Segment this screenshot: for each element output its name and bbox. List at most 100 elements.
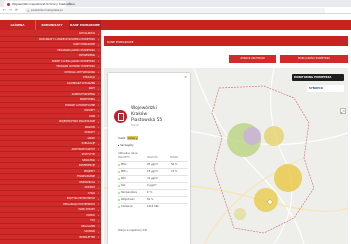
nav-glowna[interactable]: GŁÓWNA — [0, 20, 35, 30]
tab-title: Wojewódzki Inspektorat Ochrony Środowisk… — [12, 2, 75, 7]
sidebar-item-label: ZANIECZYSZCZENIA — [71, 92, 95, 96]
sidebar-item-label: MAPA STRONY — [78, 208, 95, 212]
chevron-right-icon: › — [97, 141, 99, 146]
chevron-right-icon: › — [97, 37, 99, 42]
sidebar-item-label: KRAKÓW — [84, 125, 95, 129]
chevron-right-icon: › — [97, 81, 99, 86]
sidebar-item-label: PROGNOZA JAKOŚCI POWIETRZA — [57, 48, 95, 52]
air-quality-map-button[interactable]: MAPA JAKOŚCI POWIETRZA — [280, 55, 348, 63]
sidebar-item-label: RAPORTY — [84, 109, 95, 113]
table-header-value: WARTOŚĆ — [147, 156, 158, 159]
chevron-right-icon: › — [97, 229, 99, 234]
table-cell-value: 81 % — [147, 198, 154, 202]
chevron-right-icon: › — [97, 92, 99, 97]
details-link[interactable]: ▸ Szczegóły — [118, 143, 134, 147]
chevron-right-icon: › — [97, 235, 99, 240]
sidebar-item-label: PUBLIKACJE — [81, 142, 95, 146]
table-cell-param: NO₂ — [121, 177, 126, 181]
expand-icon[interactable]: ⤢ — [340, 108, 346, 114]
table-cell-value: 1014 hPa — [147, 205, 159, 209]
table-cell-value: 25 µg/m³ — [147, 163, 159, 167]
chevron-right-icon: › — [97, 114, 99, 119]
sidebar-item-label: WSPÓŁPRACA — [79, 180, 95, 184]
close-icon[interactable]: × — [184, 75, 187, 79]
nav-dane-pomiarowe[interactable]: DANE POMIAROWE — [69, 20, 101, 30]
chevron-right-icon: › — [97, 103, 99, 108]
sidebar-item-label: KONFERENCJE — [78, 164, 95, 168]
footer-note: Stacja w rejestracji 24h — [118, 229, 148, 232]
status-dot-icon — [118, 171, 120, 173]
sidebar: AKTUALNOŚCI › KOMUNIKATY O ZANIECZYSZCZENI… — [0, 30, 101, 244]
browser-tab-bar: Wojewódzki Inspektorat Ochrony Środowisk… — [0, 0, 351, 7]
chevron-right-icon: › — [97, 207, 99, 212]
chevron-right-icon: › — [97, 70, 99, 75]
table-cell-pct: 50 % — [171, 163, 178, 167]
sidebar-item-label: PROJEKTY — [83, 169, 95, 173]
chevron-right-icon: › — [97, 180, 99, 185]
sidebar-item-label: WOJEWÓDZTWO MAŁOPOLSKIE — [58, 120, 95, 124]
table-cell-param: PM₁₀ — [121, 163, 127, 167]
section-title: Aktualne dane — [118, 151, 138, 155]
sidebar-item-label: DEKLARACJA DOSTĘPNOŚCI — [63, 202, 95, 206]
table-cell-param: Temperatura — [121, 191, 137, 195]
status-dot-icon — [118, 185, 120, 187]
sidebar-item-label: REGULAMIN — [81, 224, 95, 228]
chevron-right-icon: › — [97, 174, 99, 179]
url-text: powietrze.malopolska.pl — [31, 8, 63, 12]
sidebar-item-label: GMINY — [87, 136, 95, 140]
chevron-right-icon: › — [97, 196, 99, 201]
close-tab-icon[interactable]: × — [61, 2, 64, 6]
sidebar-item-label: AKTUALNOŚCI — [78, 32, 95, 36]
sidebar-item-label: STATYSTYKI — [81, 153, 95, 157]
reload-icon[interactable]: ⟳ — [15, 8, 18, 12]
forward-icon[interactable]: → — [9, 8, 12, 12]
table-cell-value: 6 °C — [147, 191, 153, 195]
url-field[interactable]: ⚿ powietrze.malopolska.pl — [25, 8, 325, 13]
chevron-right-icon: › — [97, 218, 99, 223]
chevron-right-icon: › — [97, 185, 99, 190]
sidebar-item-label: PROGRAM OCHRONY POWIETRZA — [56, 65, 96, 69]
back-icon[interactable]: ← — [3, 8, 6, 12]
nav-komunikaty[interactable]: KOMUNIKATY — [35, 20, 69, 30]
table-row: Temperatura 6 °C — [118, 189, 188, 195]
table-cell-param: PM₂.₅ — [121, 170, 128, 174]
sidebar-item-label: POMOC — [86, 213, 95, 217]
table-row: Ciśnienie 1014 hPa — [118, 203, 188, 209]
caqi-badge: Dobry — [127, 136, 139, 140]
sidebar-item-label: EDUKACJA — [83, 76, 95, 80]
site-favicon-icon — [7, 2, 10, 6]
chevron-right-icon: › — [97, 130, 99, 135]
chevron-right-icon: › — [97, 86, 99, 91]
sidebar-item-label: FAQ — [90, 219, 95, 223]
sidebar-item-label: KALENDARZ WYDARZEŃ — [67, 81, 95, 85]
sidebar-item-label: FINANSOWANIE — [77, 175, 95, 179]
status-dot-icon — [118, 164, 120, 166]
table-cell-param: Wilgotność — [121, 198, 135, 202]
top-navigation: GŁÓWNA KOMUNIKATY DANE POMIAROWE — [0, 20, 351, 30]
new-tab-icon[interactable]: + — [68, 1, 71, 6]
sidebar-item-label: O NAS — [87, 191, 95, 195]
station-city: Kraków — [131, 124, 139, 127]
chevron-right-icon: › — [97, 53, 99, 58]
chevron-right-icon: › — [97, 48, 99, 53]
partner-logo: SYNOPCO — [307, 85, 344, 92]
sidebar-item-label: ARCHIWUM DANYCH — [71, 147, 95, 151]
table-cell-value: 4 µg/m³ — [147, 184, 157, 188]
chevron-right-icon: › — [97, 169, 99, 174]
table-row: SO₂ 4 µg/m³ — [118, 182, 188, 188]
caqi-row: CAQI Dobry — [118, 136, 139, 140]
status-dot-icon — [118, 178, 120, 180]
sidebar-item-label: NEWSLETTER — [79, 235, 95, 239]
chevron-right-icon: › — [97, 136, 99, 141]
sidebar-item[interactable]: NEWSLETTER › — [0, 235, 101, 240]
table-cell-param: SO₂ — [121, 184, 126, 188]
sidebar-item-label: MAPY — [88, 87, 95, 91]
sidebar-item-label: UCHWAŁA ANTYSMOGOWA — [64, 70, 95, 74]
table-cell-value: 31 µg/m³ — [147, 177, 159, 181]
archive-button[interactable]: ZOBACZ ARCHIWUM — [229, 55, 276, 63]
chevron-right-icon: › — [97, 202, 99, 207]
address-bar: ← → ⟳ ⚿ powietrze.malopolska.pl — [0, 7, 351, 14]
status-dot-icon — [118, 192, 120, 194]
table-header-norm: NORMA — [170, 156, 179, 159]
chevron-right-icon: › — [97, 108, 99, 113]
